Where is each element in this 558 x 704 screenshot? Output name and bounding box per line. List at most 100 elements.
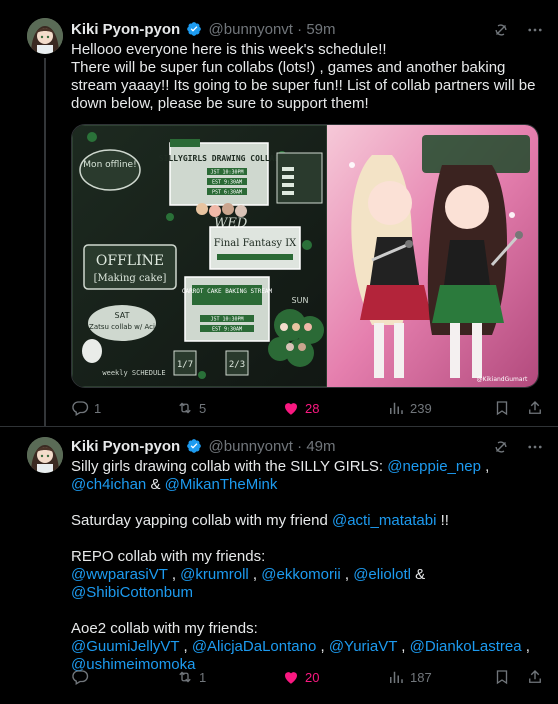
more-icon[interactable] xyxy=(526,438,544,456)
tweet-text-span: , xyxy=(316,638,329,655)
media-baking-slot-1: JST 10:30PM xyxy=(210,317,243,323)
tweet-text-span: & xyxy=(146,476,165,493)
tweet-text-span: , xyxy=(167,566,181,583)
mention-link[interactable]: @ShibiCottonbum xyxy=(71,584,193,601)
separator-dot: · xyxy=(297,21,303,38)
views-icon xyxy=(390,671,403,683)
author-name[interactable]: Kiki Pyon-pyon xyxy=(71,21,180,38)
mention-link[interactable]: @DiankoLastrea xyxy=(410,638,522,655)
tweet-text-span: & xyxy=(410,566,430,583)
repost-icon xyxy=(179,671,191,683)
tweet-text-span: Saturday yapping collab with my friend xyxy=(71,512,332,529)
mention-link[interactable]: @ch4ichan xyxy=(71,476,146,493)
tweet-text: Silly girls drawing collab with the SILL… xyxy=(71,458,545,674)
mention-link[interactable]: @YuriaVT xyxy=(329,638,397,655)
tweet-text-span: REPO collab with my friends: xyxy=(71,548,266,565)
repost-button[interactable]: 5 xyxy=(176,398,206,418)
media-sat-text: Zatsu collab w/ Aci xyxy=(89,323,155,331)
media-baking-slot-2: EST 9:30AM xyxy=(212,327,242,333)
share-button[interactable] xyxy=(526,398,544,418)
tweet-actions: 1 5 28 239 xyxy=(71,398,541,418)
like-count: 28 xyxy=(305,400,320,416)
tweet-text-line xyxy=(71,530,545,548)
tweet-text-line xyxy=(71,494,545,512)
like-button[interactable]: 28 xyxy=(282,398,319,418)
repost-button[interactable]: 1 xyxy=(176,667,206,687)
bookmark-icon xyxy=(496,401,508,416)
tweet-text-span: Aoe2 collab with my friends: xyxy=(71,620,258,637)
tweet-text-line xyxy=(71,602,545,620)
more-icon[interactable] xyxy=(526,21,544,39)
tweet-text-line: Saturday yapping collab with my friend @… xyxy=(71,512,545,530)
bookmark-button[interactable] xyxy=(493,667,511,687)
mention-link[interactable]: @wwparasiVT xyxy=(71,566,168,583)
tweet-text-span: , xyxy=(248,566,262,583)
mention-link[interactable]: @GuumiJellyVT xyxy=(71,638,179,655)
views-button[interactable]: 239 xyxy=(387,398,432,418)
mention-link[interactable]: @AlicjaDaLontano xyxy=(192,638,316,655)
share-button[interactable] xyxy=(526,667,544,687)
media-sat-label: SAT xyxy=(115,311,130,320)
tweet-text-span: , xyxy=(340,566,354,583)
mention-link[interactable]: @eliolotl xyxy=(353,566,411,583)
media-mon-label: Mon offline! xyxy=(83,160,136,170)
avatar[interactable] xyxy=(27,18,63,54)
author-handle[interactable]: @bunnyonvt xyxy=(209,438,293,455)
media-slot-2: EST 9:30AM xyxy=(212,180,242,186)
like-icon xyxy=(285,403,297,415)
reply-button[interactable] xyxy=(71,667,94,687)
mention-link[interactable]: @ekkomorii xyxy=(261,566,340,583)
author-name[interactable]: Kiki Pyon-pyon xyxy=(71,438,180,455)
bookmark-button[interactable] xyxy=(493,398,511,418)
verified-badge-icon xyxy=(187,439,202,453)
author-handle[interactable]: @bunnyonvt xyxy=(209,21,293,38)
mention-link[interactable]: @acti_matatabi xyxy=(332,512,436,529)
views-count: 239 xyxy=(410,400,432,416)
like-button[interactable]: 20 xyxy=(282,667,319,687)
media-slot-1: JST 10:30PM xyxy=(210,170,243,176)
media-artist-credit: @KikiandGumart xyxy=(477,376,528,383)
grok-icon[interactable] xyxy=(492,21,510,39)
like-count: 20 xyxy=(305,669,320,685)
like-icon xyxy=(285,672,297,684)
media-slot-3: PST 6:30AM xyxy=(212,190,242,196)
timestamp[interactable]: 49m xyxy=(306,438,335,455)
views-button[interactable]: 187 xyxy=(387,667,432,687)
tweet[interactable]: Kiki Pyon-pyon @bunnyonvt · 49m Silly gi… xyxy=(0,426,558,704)
repost-count: 1 xyxy=(199,669,207,685)
tweet-text-span: Silly girls drawing collab with the SILL… xyxy=(71,458,388,475)
bookmark-icon xyxy=(496,670,508,685)
reply-button[interactable]: 1 xyxy=(71,398,101,418)
media-offline-subtitle: [Making cake] xyxy=(94,273,167,284)
reply-count: 1 xyxy=(94,400,102,416)
share-icon xyxy=(529,670,541,683)
tweet-header: Kiki Pyon-pyon @bunnyonvt · 49m xyxy=(71,437,544,457)
verified-badge-icon xyxy=(187,22,202,36)
media-sun-label: SUN xyxy=(292,296,309,305)
mention-link[interactable]: @krumroll xyxy=(180,566,249,583)
share-icon xyxy=(529,401,541,414)
reply-icon xyxy=(72,670,89,685)
repost-count: 5 xyxy=(199,400,207,416)
grok-icon[interactable] xyxy=(492,438,510,456)
mention-link[interactable]: @neppie_nep xyxy=(387,458,481,475)
tweet-text-line: Silly girls drawing collab with the SILL… xyxy=(71,458,545,494)
tweet[interactable]: Kiki Pyon-pyon @bunnyonvt · 59m Hellooo … xyxy=(0,0,558,426)
media-baking-title: CARROT CAKE BAKING STREAM xyxy=(182,288,273,295)
tweet-text-span: , xyxy=(480,458,494,475)
tweet-header: Kiki Pyon-pyon @bunnyonvt · 59m xyxy=(71,20,544,40)
repost-icon xyxy=(179,402,191,414)
timestamp[interactable]: 59m xyxy=(306,21,335,38)
tweet-actions: 1 20 187 xyxy=(71,667,541,687)
reply-icon xyxy=(72,401,89,416)
tweet-text: Hellooo everyone here is this week's sch… xyxy=(71,41,536,112)
thread-line xyxy=(44,58,46,426)
media-week-label: weekly SCHEDULE xyxy=(102,369,165,377)
avatar[interactable] xyxy=(27,437,63,473)
tweet-text-line: REPO collab with my friends: xyxy=(71,548,545,566)
media-collab-title: SILLYGIRLS DRAWING COLLAB xyxy=(159,154,280,163)
tweet-media-image[interactable]: Mon offline! SILLYGIRLS DRAWING COLLAB J… xyxy=(71,124,539,388)
mention-link[interactable]: @MikanTheMink xyxy=(165,476,278,493)
tweet-text-span: , xyxy=(521,638,535,655)
tweet-text-span: !! xyxy=(436,512,449,529)
